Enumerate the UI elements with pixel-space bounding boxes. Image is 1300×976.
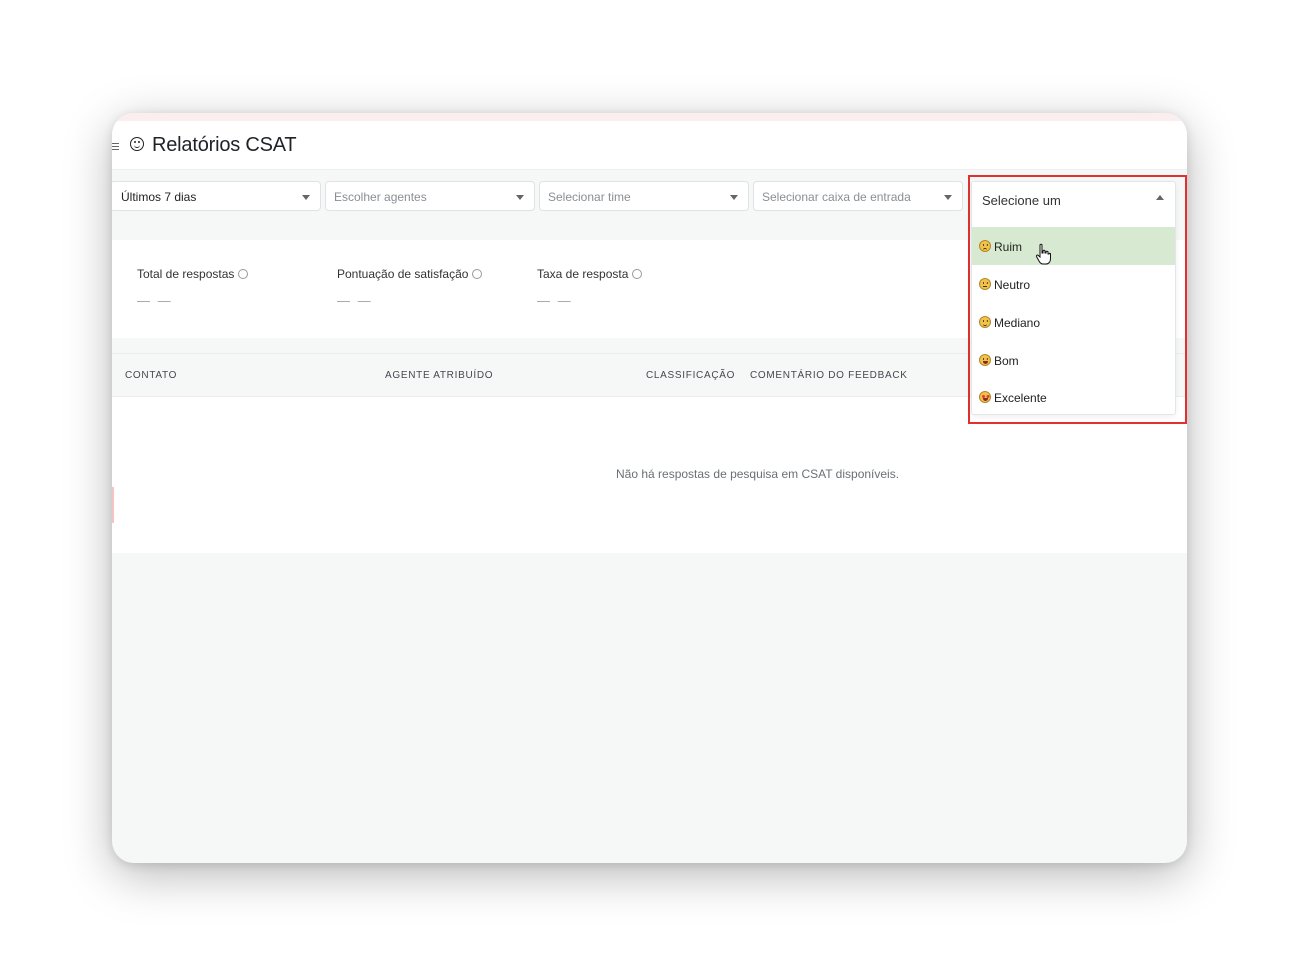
chevron-up-icon	[1156, 195, 1164, 200]
inbox-placeholder: Selecionar caixa de entrada	[762, 190, 911, 204]
metric-value: — —	[137, 293, 173, 308]
page-header: Relatórios CSAT	[112, 121, 1187, 170]
metric-label: Pontuação de satisfação	[337, 267, 469, 281]
metric-label: Taxa de resposta	[537, 267, 629, 281]
rating-dropdown[interactable]: Selecione um Ruim Neutro Mediano Bom Exc…	[971, 181, 1176, 415]
column-rating: CLASSIFICAÇÃO	[646, 370, 736, 381]
metric-value: — —	[337, 293, 373, 308]
chevron-down-icon	[730, 195, 738, 200]
team-placeholder: Selecionar time	[548, 190, 631, 204]
agents-placeholder: Escolher agentes	[334, 190, 427, 204]
info-icon[interactable]	[238, 269, 249, 279]
inbox-select[interactable]: Selecionar caixa de entrada	[753, 181, 963, 211]
metric-value: — —	[537, 293, 573, 308]
option-neutro[interactable]: Neutro	[972, 265, 1175, 303]
column-feedback-comment: COMENTÁRIO DO FEEDBACK	[750, 370, 908, 381]
disappointed-face-icon	[979, 240, 991, 252]
star-struck-face-icon	[979, 391, 991, 403]
empty-state-message: Não há respostas de pesquisa em CSAT dis…	[616, 467, 900, 481]
metric-label: Total de respostas	[137, 267, 235, 281]
column-contact: CONTATO	[125, 370, 178, 381]
page-title: Relatórios CSAT	[152, 134, 297, 156]
metric-satisfaction-score: Pontuação de satisfação — —	[337, 267, 483, 308]
option-label: Excelente	[994, 391, 1047, 405]
agents-select[interactable]: Escolher agentes	[325, 181, 535, 211]
chevron-down-icon	[302, 195, 310, 200]
column-assigned-agent: AGENTE ATRIBUÍDO	[385, 370, 494, 381]
option-label: Bom	[994, 354, 1019, 368]
option-bom[interactable]: Bom	[972, 341, 1175, 379]
date-range-select[interactable]: Últimos 7 dias	[112, 181, 321, 211]
info-icon[interactable]	[472, 269, 483, 279]
chevron-down-icon	[944, 195, 952, 200]
metric-total-responses: Total de respostas — —	[137, 267, 249, 308]
info-icon[interactable]	[632, 269, 643, 279]
smile-icon	[130, 137, 144, 151]
date-range-value: Últimos 7 dias	[121, 190, 197, 204]
option-ruim[interactable]: Ruim	[972, 227, 1175, 265]
expressionless-face-icon	[979, 278, 991, 290]
hand-cursor-icon	[1035, 243, 1051, 265]
rating-select[interactable]: Selecione um	[972, 182, 1175, 228]
option-label: Neutro	[994, 278, 1031, 292]
top-strip	[112, 113, 1187, 121]
option-label: Mediano	[994, 316, 1041, 330]
side-marker	[112, 487, 114, 523]
option-label: Ruim	[994, 240, 1023, 254]
chevron-down-icon	[516, 195, 524, 200]
team-select[interactable]: Selecionar time	[539, 181, 749, 211]
hamburger-menu-icon[interactable]	[112, 143, 119, 150]
option-mediano[interactable]: Mediano	[972, 303, 1175, 341]
option-excelente[interactable]: Excelente	[972, 378, 1175, 416]
metric-response-rate: Taxa de resposta — —	[537, 267, 643, 308]
rating-select-placeholder: Selecione um	[982, 193, 1061, 208]
grinning-face-icon	[979, 354, 991, 366]
slightly-smiling-face-icon	[979, 316, 991, 328]
